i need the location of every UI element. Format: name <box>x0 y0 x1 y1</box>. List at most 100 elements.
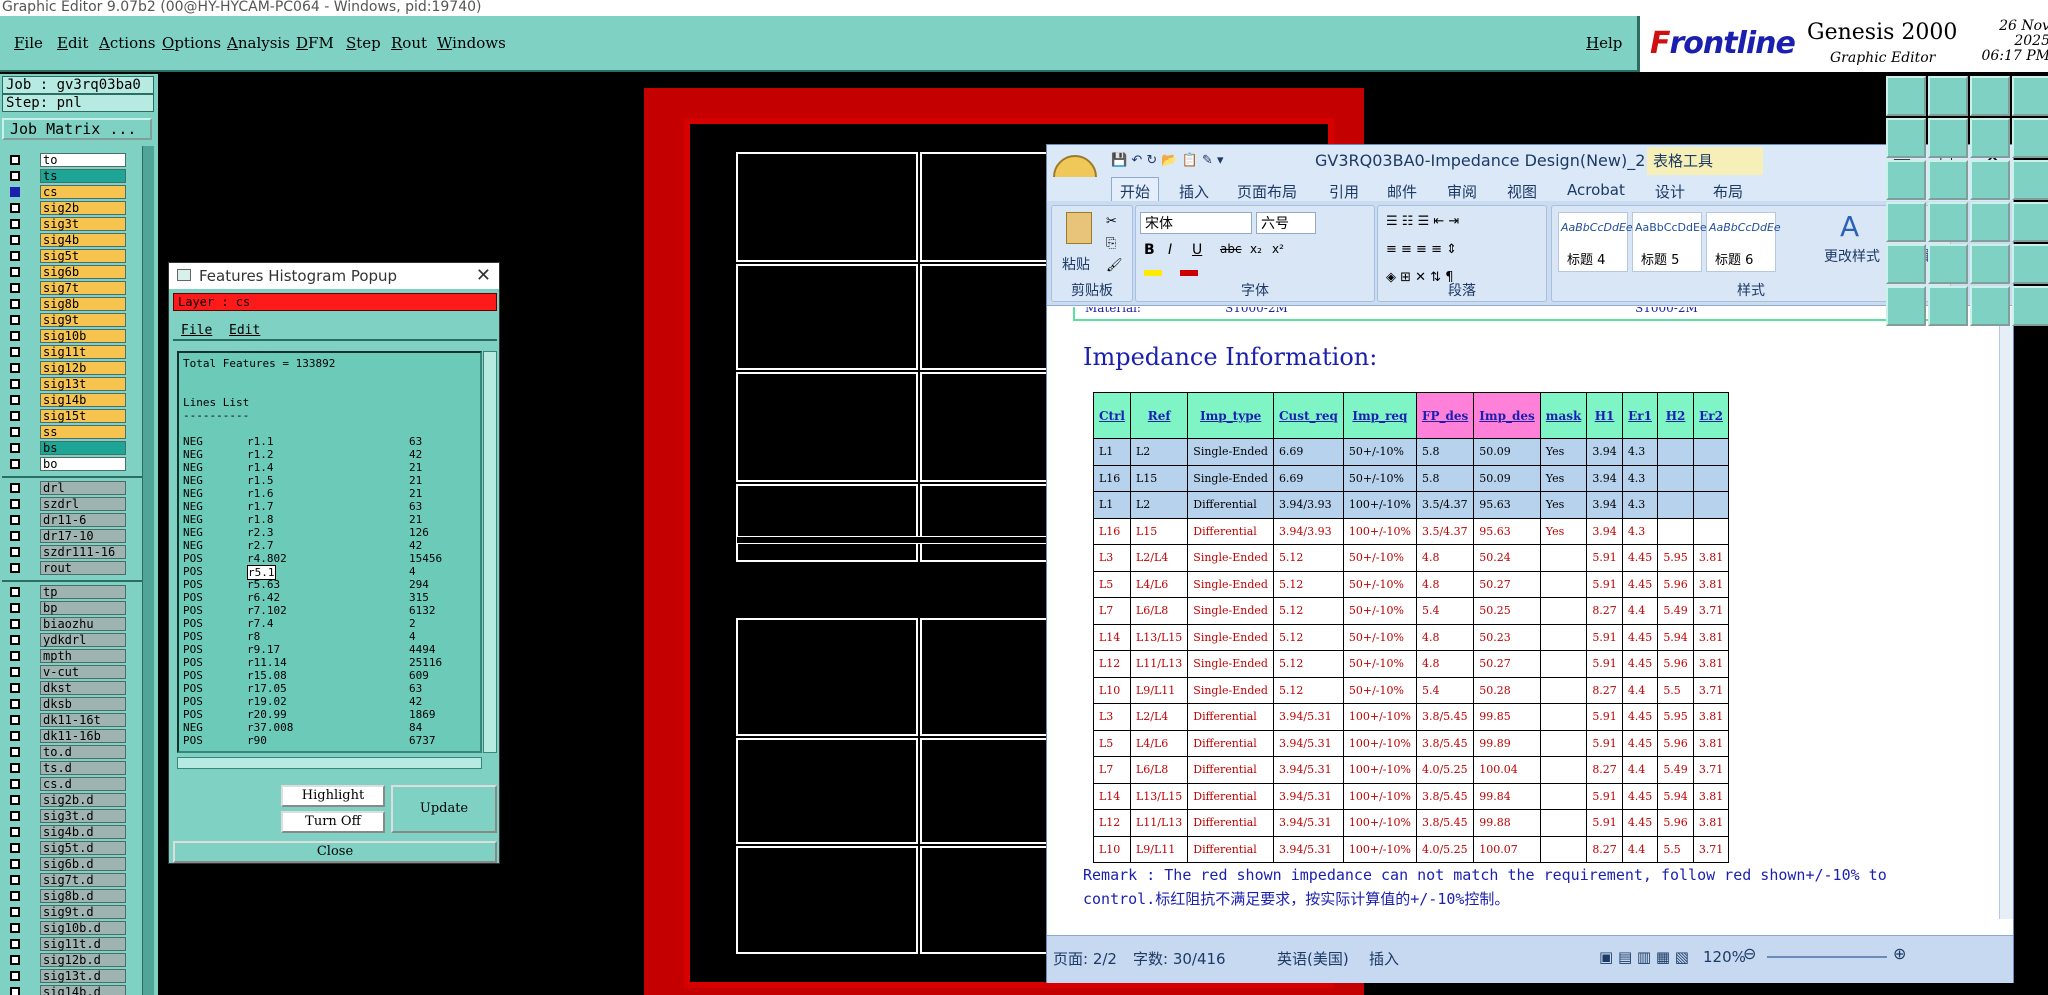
table-cell[interactable]: 5.12 <box>1272 676 1344 704</box>
histogram-row[interactable]: NEG r1.5 21 <box>183 474 480 487</box>
table-cell[interactable]: 100.04 <box>1473 756 1541 784</box>
layer-checkbox[interactable] <box>10 187 20 197</box>
table-cell[interactable]: 4.3 <box>1621 491 1659 519</box>
turn-off-button[interactable]: Turn Off <box>281 811 385 833</box>
layer-name[interactable]: sig11t <box>40 345 126 359</box>
layer-row-to[interactable]: to <box>2 152 142 168</box>
layer-name[interactable]: dkst <box>40 681 126 695</box>
table-cell[interactable]: 50+/-10% <box>1342 676 1417 704</box>
column-header[interactable]: Imp_req <box>1342 392 1417 439</box>
histogram-row[interactable]: NEG r1.1 63 <box>183 435 480 448</box>
superscript-icon[interactable]: x² <box>1272 242 1284 256</box>
layer-row-sig5t[interactable]: sig5t <box>2 248 142 264</box>
layer-row-sig11t[interactable]: sig11t <box>2 344 142 360</box>
table-cell[interactable] <box>1539 703 1588 731</box>
table-cell[interactable]: Single-Ended <box>1187 438 1274 466</box>
layer-row-sig13t.d[interactable]: sig13t.d <box>2 968 142 984</box>
table-cell[interactable]: 4.3 <box>1621 438 1659 466</box>
style-heading5[interactable]: AaBbCcDdEe 标题 5 <box>1632 212 1707 272</box>
table-cell[interactable]: 5.96 <box>1657 650 1694 678</box>
table-cell[interactable]: L7 <box>1093 597 1131 625</box>
table-cell[interactable]: 99.85 <box>1473 703 1541 731</box>
layer-checkbox[interactable] <box>10 483 20 493</box>
tool-button[interactable] <box>2012 76 2048 116</box>
histogram-row[interactable]: POS r20.99 1869 <box>183 708 480 721</box>
table-cell[interactable]: 50.23 <box>1473 623 1541 651</box>
layer-name[interactable]: sig8b <box>40 297 126 311</box>
table-cell[interactable] <box>1539 570 1588 598</box>
tool-button[interactable] <box>1886 286 1926 326</box>
layer-checkbox[interactable] <box>10 587 20 597</box>
table-cell[interactable] <box>1657 517 1694 545</box>
layer-checkbox[interactable] <box>10 859 20 869</box>
column-header[interactable]: H1 <box>1586 392 1623 439</box>
layer-checkbox[interactable] <box>10 987 20 995</box>
column-header[interactable]: FP_des <box>1415 392 1475 439</box>
paste-icon[interactable] <box>1066 212 1092 244</box>
table-cell[interactable]: L10 <box>1093 835 1131 863</box>
layer-row-sig9t.d[interactable]: sig9t.d <box>2 904 142 920</box>
layer-row-sig11t.d[interactable]: sig11t.d <box>2 936 142 952</box>
table-cell[interactable]: 4.4 <box>1621 597 1659 625</box>
histogram-list[interactable]: Total Features = 133892 Lines List -------… <box>177 351 482 753</box>
layer-row-sig6b.d[interactable]: sig6b.d <box>2 856 142 872</box>
layer-row-sig8b.d[interactable]: sig8b.d <box>2 888 142 904</box>
histogram-row[interactable]: POS r4.802 15456 <box>183 552 480 565</box>
table-cell[interactable]: L2 <box>1129 438 1189 466</box>
copy-icon[interactable]: ⎘ <box>1106 236 1116 251</box>
menu-file[interactable]: File <box>14 34 43 52</box>
layer-name[interactable]: dr11-6 <box>40 513 126 527</box>
layer-row-sig10b.d[interactable]: sig10b.d <box>2 920 142 936</box>
table-cell[interactable] <box>1692 517 1730 545</box>
layer-name[interactable]: sig6b <box>40 265 126 279</box>
table-row[interactable]: L14 L13/L15 Single-Ended 5.12 50+/-10% 4.8 50.… <box>1093 623 1730 651</box>
tool-button[interactable] <box>1886 244 1926 284</box>
layer-row-bp[interactable]: bp <box>2 600 142 616</box>
table-cell[interactable] <box>1657 464 1694 492</box>
layer-row-szdrl[interactable]: szdrl <box>2 496 142 512</box>
layer-checkbox[interactable] <box>10 811 20 821</box>
table-cell[interactable]: 5.8 <box>1415 438 1475 466</box>
table-cell[interactable]: 50.27 <box>1473 570 1541 598</box>
layer-row-sig2b[interactable]: sig2b <box>2 200 142 216</box>
table-cell[interactable]: 3.94/5.31 <box>1272 809 1344 837</box>
layer-row-dkst[interactable]: dkst <box>2 680 142 696</box>
table-row[interactable]: L12 L11/L13 Differential 3.94/5.31 100+/-10%… <box>1093 809 1730 837</box>
layer-checkbox[interactable] <box>10 907 20 917</box>
layer-name[interactable]: sig13t.d <box>40 969 126 983</box>
histogram-vscroll[interactable] <box>483 351 497 753</box>
table-cell[interactable]: 3.5/4.37 <box>1415 491 1475 519</box>
table-cell[interactable]: L16 <box>1093 517 1131 545</box>
layer-name[interactable]: sig15t <box>40 409 126 423</box>
word-count[interactable]: 字数: 30/416 <box>1133 948 1226 969</box>
tool-button[interactable] <box>1970 160 2010 200</box>
tool-button[interactable] <box>2012 286 2048 326</box>
layer-checkbox[interactable] <box>10 763 20 773</box>
table-cell[interactable]: 4.3 <box>1621 517 1659 545</box>
style-heading4[interactable]: AaBbCcDdEe 标题 4 <box>1558 212 1633 272</box>
menu-analysis[interactable]: Analysis <box>227 34 290 52</box>
table-cell[interactable]: 8.27 <box>1586 756 1623 784</box>
table-cell[interactable]: 50.24 <box>1473 544 1541 572</box>
table-row[interactable]: L16 L15 Single-Ended 6.69 50+/-10% 5.8 50.09 Ye… <box>1093 464 1730 492</box>
layer-name[interactable]: ss <box>40 425 126 439</box>
layer-row-sig12b.d[interactable]: sig12b.d <box>2 952 142 968</box>
table-cell[interactable]: Yes <box>1539 464 1588 492</box>
layer-checkbox[interactable] <box>10 843 20 853</box>
layer-row-sig7t[interactable]: sig7t <box>2 280 142 296</box>
layer-name[interactable]: biaozhu <box>40 617 126 631</box>
layer-name[interactable]: sig14b <box>40 393 126 407</box>
font-name-select[interactable]: 宋体 <box>1140 212 1252 234</box>
update-button[interactable]: Update <box>391 785 497 833</box>
table-cell[interactable]: 4.45 <box>1621 623 1659 651</box>
histogram-row[interactable]: POS r7.102 6132 <box>183 604 480 617</box>
bold-icon[interactable]: B <box>1144 242 1155 258</box>
table-cell[interactable]: L6/L8 <box>1129 597 1189 625</box>
tab-home[interactable]: 开始 <box>1111 177 1160 203</box>
layer-checkbox[interactable] <box>10 683 20 693</box>
layer-name[interactable]: dk11-16b <box>40 729 126 743</box>
table-cell[interactable]: 3.94/5.31 <box>1272 835 1344 863</box>
table-cell[interactable]: 95.63 <box>1473 491 1541 519</box>
table-cell[interactable]: 3.94/5.31 <box>1272 703 1344 731</box>
layer-row-sig13t[interactable]: sig13t <box>2 376 142 392</box>
